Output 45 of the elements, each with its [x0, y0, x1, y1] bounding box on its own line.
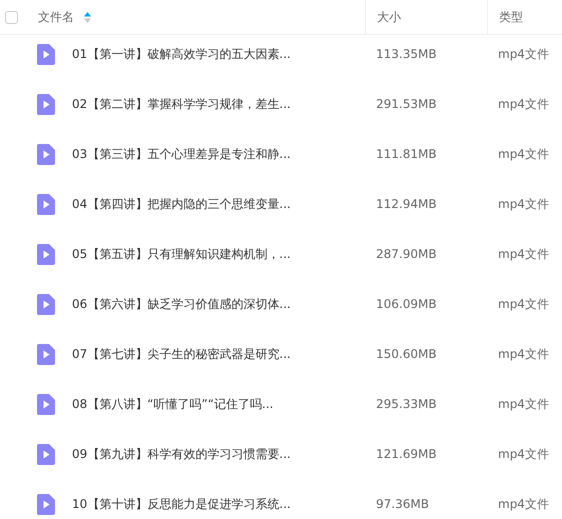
file-name[interactable]: 09【第九讲】科学有效的学习习惯需要...: [72, 446, 291, 462]
file-name[interactable]: 08【第八讲】“听懂了吗”“记住了吗...: [72, 396, 274, 412]
video-file-icon: [37, 294, 55, 314]
video-file-icon: [37, 94, 55, 114]
file-name[interactable]: 07【第七讲】尖子生的秘密武器是研究...: [72, 346, 291, 362]
file-name[interactable]: 01【第一讲】破解高效学习的五大因素...: [72, 46, 291, 62]
file-type: mp4文件: [497, 296, 550, 313]
file-size: 113.35MB: [375, 46, 438, 63]
column-header[interactable]: 大小: [377, 8, 401, 26]
video-file-icon: [37, 494, 55, 514]
sort-icon[interactable]: [84, 12, 91, 22]
file-size: 295.33MB: [375, 396, 438, 413]
file-type: mp4文件: [497, 396, 550, 413]
file-name[interactable]: 02【第二讲】掌握科学学习规律，差生...: [72, 96, 291, 112]
file-size: 106.09MB: [375, 296, 438, 313]
file-type: mp4文件: [497, 496, 550, 513]
file-name[interactable]: 10【第十讲】反思能力是促进学习系统...: [72, 496, 291, 512]
file-size: 150.60MB: [375, 346, 438, 363]
file-type: mp4文件: [497, 346, 550, 363]
video-file-icon: [37, 44, 55, 64]
file-name[interactable]: 06【第六讲】缺乏学习价值感的深切体...: [72, 296, 291, 312]
file-size: 111.81MB: [375, 146, 438, 163]
video-file-icon: [37, 344, 55, 364]
video-file-icon: [37, 144, 55, 164]
file-type: mp4文件: [497, 196, 550, 213]
file-name[interactable]: 04【第四讲】把握内隐的三个思维变量...: [72, 196, 291, 212]
file-size: 112.94MB: [375, 196, 438, 213]
file-name[interactable]: 05【第五讲】只有理解知识建构机制，...: [72, 246, 291, 262]
file-type: mp4文件: [497, 146, 550, 163]
file-type: mp4文件: [497, 96, 550, 113]
file-size: 291.53MB: [375, 96, 438, 113]
file-type: mp4文件: [497, 246, 550, 263]
file-size: 287.90MB: [375, 246, 438, 263]
video-file-icon: [37, 444, 55, 464]
column-header[interactable]: 文件名: [38, 8, 74, 26]
file-size: 97.36MB: [375, 496, 430, 513]
video-file-icon: [37, 194, 55, 214]
video-file-icon: [37, 394, 55, 414]
file-name[interactable]: 03【第三讲】五个心理差异是专注和静...: [72, 146, 291, 162]
file-type: mp4文件: [497, 46, 550, 63]
file-size: 121.69MB: [375, 446, 438, 463]
select-all-checkbox[interactable]: [5, 10, 18, 24]
column-header[interactable]: 类型: [499, 8, 523, 26]
file-type: mp4文件: [497, 446, 550, 463]
video-file-icon: [37, 244, 55, 264]
